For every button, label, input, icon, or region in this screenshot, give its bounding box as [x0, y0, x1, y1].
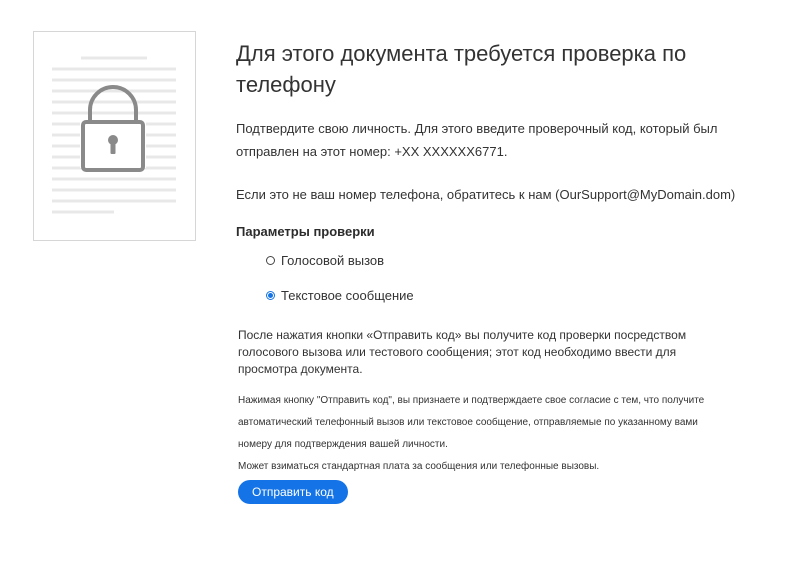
- document-icon: [52, 56, 176, 214]
- document-illustration: [33, 31, 196, 241]
- lock-icon: [80, 85, 146, 172]
- send-code-button[interactable]: Отправить код: [238, 480, 348, 504]
- verification-content: Для этого документа требуется проверка п…: [236, 38, 776, 504]
- consent-text: Нажимая кнопку "Отправить код", вы призн…: [238, 395, 705, 450]
- send-code-info: После нажатия кнопки «Отправить код» вы …: [238, 328, 687, 376]
- option-voice-call-label: Голосовой вызов: [281, 252, 385, 268]
- fees-text: Может взиматься стандартная плата за соо…: [238, 461, 600, 472]
- page-title: Для этого документа требуется проверка п…: [236, 41, 687, 97]
- text-message-radio[interactable]: [266, 290, 275, 300]
- verification-options-heading: Параметры проверки: [236, 224, 375, 239]
- verification-options: Голосовой вызов Текстовое сообщение: [266, 250, 776, 305]
- phone-verification-page: Для этого документа требуется проверка п…: [0, 0, 800, 561]
- voice-call-radio[interactable]: [266, 255, 275, 265]
- support-contact-text: Если это не ваш номер телефона, обратите…: [236, 187, 736, 202]
- option-voice-call[interactable]: Голосовой вызов: [266, 250, 776, 270]
- consent-notice: Нажимая кнопку "Отправить код", вы призн…: [238, 390, 708, 478]
- identity-instructions: Подтвердите свою личность. Для этого вве…: [236, 121, 718, 159]
- option-text-message-label: Текстовое сообщение: [281, 287, 414, 303]
- option-text-message[interactable]: Текстовое сообщение: [266, 285, 776, 305]
